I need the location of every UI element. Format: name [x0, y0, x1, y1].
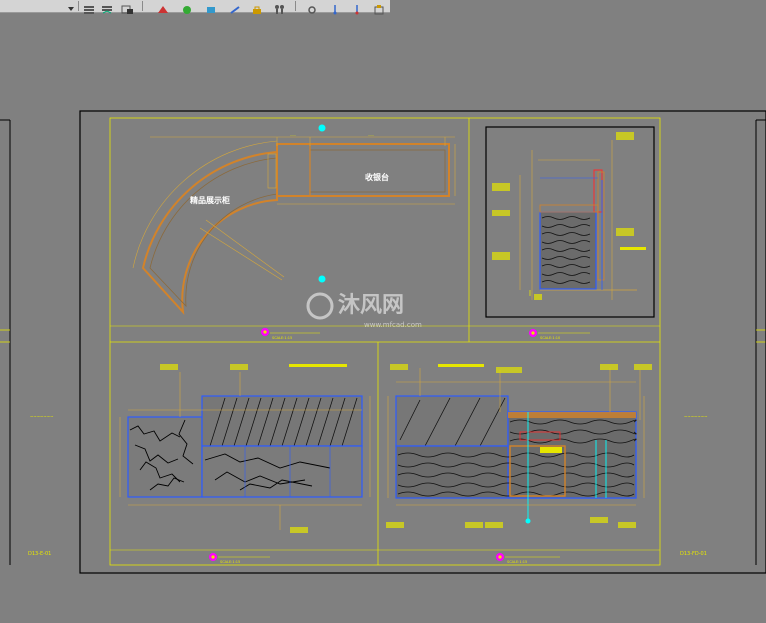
counter-label: 收银台 — [365, 172, 389, 182]
left-adjacent-sheet: ~~~~~~~ D13-E-01 — [0, 119, 53, 565]
unisolate-icon[interactable] — [204, 0, 218, 13]
svg-text:____: ____ — [289, 132, 297, 136]
plan-view[interactable]: ____ ____ 精品展示柜 收银台 SCALE:1:15 — [132, 124, 456, 341]
freeze-icon[interactable] — [228, 0, 242, 14]
watermark-brand: 沐风网 — [338, 293, 404, 318]
lock-icon[interactable] — [250, 0, 264, 14]
left-elev-scale: SCALE:1:15 — [220, 560, 240, 564]
watermark-url: www.mfcad.com — [364, 321, 422, 329]
cad-model-space[interactable]: ~~~~~~~ D13-E-01 ~~~~~~~ D13-FD-01 ____ … — [0, 0, 766, 623]
gear-icon[interactable] — [305, 0, 319, 14]
left-sheet-code: D13-E-01 — [28, 551, 51, 557]
right-sheet-note: ~~~~~~~ — [684, 414, 707, 419]
match-icon[interactable] — [156, 0, 170, 13]
svg-text:____: ____ — [367, 132, 375, 136]
layer-state-icon[interactable] — [120, 0, 134, 14]
showcase-label: 精品展示柜 — [190, 195, 230, 205]
dropdown-arrow-icon[interactable] — [64, 0, 78, 11]
text-icon[interactable] — [372, 0, 386, 15]
watermark-logo-icon — [306, 292, 334, 320]
cad-toolbar — [0, 0, 390, 15]
section-marker-2 — [318, 275, 326, 283]
right-adjacent-sheet: ~~~~~~~ D13-FD-01 — [680, 119, 766, 565]
right-elevation[interactable]: SCALE:1:15 — [386, 364, 652, 564]
right-sheet-code: D13-FD-01 — [680, 551, 707, 557]
section-marker — [318, 124, 326, 132]
section-view[interactable]: SCALE:1:10 — [485, 126, 655, 340]
toolbar-separator — [78, 1, 79, 11]
left-elevation[interactable]: SCALE:1:15 — [119, 364, 371, 564]
isolate-icon[interactable] — [180, 0, 194, 14]
watermark: 沐风网 www.mfcad.com — [306, 292, 422, 329]
right-elev-scale: SCALE:1:15 — [507, 560, 527, 564]
walk-icon[interactable] — [272, 0, 286, 14]
pin2-icon[interactable] — [350, 0, 364, 15]
pin-icon[interactable] — [328, 0, 342, 15]
left-sheet-note: ~~~~~~~ — [30, 414, 53, 419]
layer-icon[interactable] — [82, 0, 96, 14]
section-scale: SCALE:1:10 — [540, 336, 560, 340]
layer-prev-icon[interactable] — [100, 0, 114, 14]
plan-scale: SCALE:1:15 — [272, 336, 292, 340]
